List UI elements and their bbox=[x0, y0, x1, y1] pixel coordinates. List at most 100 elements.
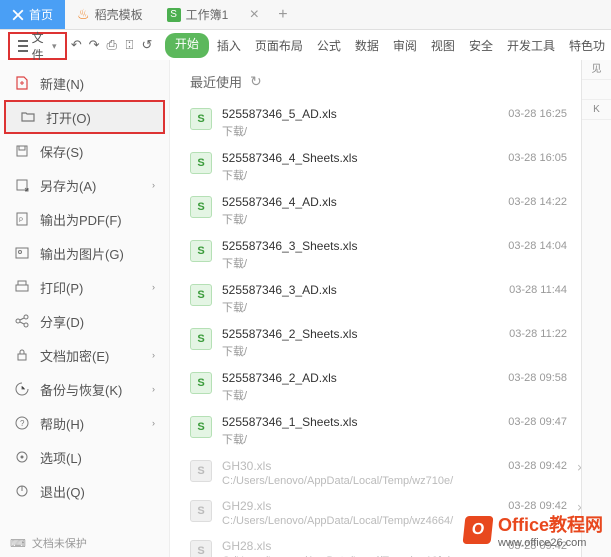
file-menu-highlight: 文件 ▾ bbox=[8, 32, 67, 60]
backup-icon bbox=[14, 381, 30, 397]
pdf-icon: P bbox=[14, 211, 30, 227]
redo-icon[interactable]: ↷ bbox=[86, 34, 102, 56]
file-path: 下载/ bbox=[222, 299, 477, 315]
menu-item-open[interactable]: 打开(O) bbox=[4, 100, 165, 134]
recent-file-row[interactable]: SGH30.xlsC:/Users/Lenovo/AppData/Local/T… bbox=[190, 453, 591, 493]
tab-label: 首页 bbox=[29, 6, 53, 23]
refresh-icon[interactable]: ↻ bbox=[250, 73, 262, 90]
ribbon-security[interactable]: 安全 bbox=[463, 33, 499, 58]
recent-file-row[interactable]: S525587346_3_Sheets.xls下载/03-28 14:04 bbox=[190, 233, 591, 277]
ribbon-formula[interactable]: 公式 bbox=[311, 33, 347, 58]
tab-add-button[interactable]: + bbox=[268, 6, 297, 24]
tab-label: 工作簿1 bbox=[186, 6, 229, 23]
file-time: 03-28 14:22 bbox=[487, 195, 567, 208]
recent-header-label: 最近使用 bbox=[190, 72, 242, 91]
file-info: 525587346_4_AD.xls下载/ bbox=[222, 195, 477, 227]
file-name: 525587346_3_Sheets.xls bbox=[222, 239, 477, 253]
recent-file-row[interactable]: S 525587346_1_Sheets.xls 下载/03-28 09:47 bbox=[190, 409, 591, 453]
menu-item-encrypt[interactable]: 文档加密(E) › bbox=[0, 338, 169, 372]
menu-item-label: 文档加密(E) bbox=[40, 346, 142, 365]
file-time: 03-28 09:58 bbox=[487, 371, 567, 384]
ribbon-special[interactable]: 特色功 bbox=[563, 33, 611, 58]
chevron-right-icon: › bbox=[152, 418, 155, 428]
menu-item-backup[interactable]: 备份与恢复(K)› bbox=[0, 372, 169, 406]
file-name: 525587346_1_Sheets.xls bbox=[222, 415, 477, 429]
file-info: 525587346_3_AD.xls 下载/ bbox=[222, 283, 477, 315]
menu-item-label: 分享(D) bbox=[40, 312, 155, 331]
file-name: 525587346_3_AD.xls bbox=[222, 283, 477, 297]
ribbon-data[interactable]: 数据 bbox=[349, 33, 385, 58]
file-info: 525587346_5_AD.xls下载/ bbox=[222, 107, 477, 139]
menu-item-new[interactable]: 新建(N) bbox=[0, 66, 169, 100]
file-button-label: 文件 bbox=[32, 29, 48, 63]
preview-icon[interactable]: ⍠ bbox=[122, 34, 138, 56]
ribbon-layout[interactable]: 页面布局 bbox=[249, 33, 309, 58]
xls-file-icon: S bbox=[190, 416, 212, 438]
menu-item-saveas[interactable]: 另存为(A)› bbox=[0, 168, 169, 202]
menu-item-label: 另存为(A) bbox=[40, 176, 142, 195]
svg-text:?: ? bbox=[20, 419, 25, 428]
menu-item-label: 输出为图片(G) bbox=[40, 244, 155, 263]
menu-item-exit[interactable]: 退出(Q) bbox=[0, 474, 169, 508]
menu-item-label: 输出为PDF(F) bbox=[40, 210, 155, 229]
file-name: GH30.xls bbox=[222, 459, 477, 473]
tab-workbook1[interactable]: S 工作簿1 bbox=[155, 0, 241, 29]
status-bar: ⌨ 文档未保护 bbox=[10, 535, 87, 551]
chevron-right-icon: › bbox=[152, 350, 155, 360]
recent-file-row[interactable]: S525587346_2_AD.xls下载/03-28 09:58 bbox=[190, 365, 591, 409]
tab-label: 稻壳模板 bbox=[95, 6, 143, 23]
file-time: 03-28 16:25 bbox=[487, 107, 567, 120]
file-info: 525587346_2_Sheets.xls下载/ bbox=[222, 327, 477, 359]
recent-file-row[interactable]: S525587346_4_Sheets.xls下载/03-28 16:05 bbox=[190, 145, 591, 189]
recent-files-panel: 最近使用 ↻ S525587346_5_AD.xls下载/03-28 16:25… bbox=[170, 60, 611, 557]
file-menu-sidebar: 新建(N)打开(O)保存(S)另存为(A)›P输出为PDF(F)输出为图片(G)… bbox=[0, 60, 170, 557]
recent-file-row[interactable]: S 525587346_4_AD.xls下载/03-28 14:22 bbox=[190, 189, 591, 233]
ribbon-start[interactable]: 开始 bbox=[165, 33, 209, 58]
undo-icon[interactable]: ↶ bbox=[69, 34, 85, 56]
ribbon-devtools[interactable]: 开发工具 bbox=[501, 33, 561, 58]
exit-icon bbox=[14, 483, 30, 499]
xls-file-icon: S bbox=[190, 152, 212, 174]
tab-template[interactable]: ♨ 稻壳模板 bbox=[65, 0, 155, 29]
file-time: 03-28 09:42 bbox=[487, 459, 567, 472]
menu-item-print[interactable]: 打印(P)› bbox=[0, 270, 169, 304]
menu-item-image[interactable]: 输出为图片(G) bbox=[0, 236, 169, 270]
file-path: 下载/ bbox=[222, 167, 477, 183]
recent-file-row[interactable]: S525587346_2_Sheets.xls下载/03-28 11:22 bbox=[190, 321, 591, 365]
file-time: 03-28 09:47 bbox=[487, 415, 567, 428]
menu-item-save[interactable]: 保存(S) bbox=[0, 134, 169, 168]
recent-file-row[interactable]: S525587346_3_AD.xls下载/03-28 11:44 bbox=[190, 277, 591, 321]
file-menu-button[interactable]: 文件 ▾ bbox=[10, 34, 65, 58]
protect-label: 文档未保护 bbox=[32, 535, 87, 551]
menu-item-options[interactable]: 选项(L) bbox=[0, 440, 169, 474]
toolbar: 文件 ▾ ↶ ↷ ⎙ ⍠ ↺ 开始 插入 页面布局 公式 数据 审阅 视图 安全… bbox=[0, 30, 611, 60]
recent-header: 最近使用 ↻ bbox=[190, 72, 591, 91]
file-path: 下载/ bbox=[222, 431, 477, 447]
ribbon-insert[interactable]: 插入 bbox=[211, 33, 247, 58]
ribbon-tabs: 开始 插入 页面布局 公式 数据 审阅 视图 安全 开发工具 特色功 bbox=[165, 33, 611, 58]
tab-home[interactable]: 首页 bbox=[0, 0, 65, 29]
file-info: 525587346_2_AD.xls下载/ bbox=[222, 371, 477, 403]
recent-file-row[interactable]: S525587346_5_AD.xls下载/03-28 16:25 bbox=[190, 101, 591, 145]
menu-item-label: 新建(N) bbox=[40, 74, 155, 93]
encrypt-icon bbox=[14, 347, 30, 363]
menu-item-share[interactable]: 分享(D) bbox=[0, 304, 169, 338]
xls-icon: S bbox=[167, 8, 181, 22]
strip-cell: 见 bbox=[582, 60, 611, 80]
undo2-icon[interactable]: ↺ bbox=[139, 34, 155, 56]
file-info: GH28.xlsC:/Users/Lenovo/AppData/Local/Te… bbox=[222, 539, 477, 557]
print-icon[interactable]: ⎙ bbox=[104, 34, 120, 56]
menu-item-pdf[interactable]: P 输出为PDF(F) bbox=[0, 202, 169, 236]
file-path: 下载/ bbox=[222, 387, 477, 403]
tab-close-button[interactable]: × bbox=[240, 6, 268, 24]
save-icon bbox=[14, 143, 30, 159]
ribbon-view[interactable]: 视图 bbox=[425, 33, 461, 58]
menu-item-help[interactable]: ?帮助(H)› bbox=[0, 406, 169, 440]
strip-cell bbox=[582, 80, 611, 100]
menu-item-label: 退出(Q) bbox=[40, 482, 155, 501]
file-time: 03-28 11:22 bbox=[487, 327, 567, 340]
file-name: 525587346_5_AD.xls bbox=[222, 107, 477, 121]
xls-file-icon: S bbox=[190, 196, 212, 218]
ribbon-review[interactable]: 审阅 bbox=[387, 33, 423, 58]
svg-text:P: P bbox=[19, 218, 23, 224]
